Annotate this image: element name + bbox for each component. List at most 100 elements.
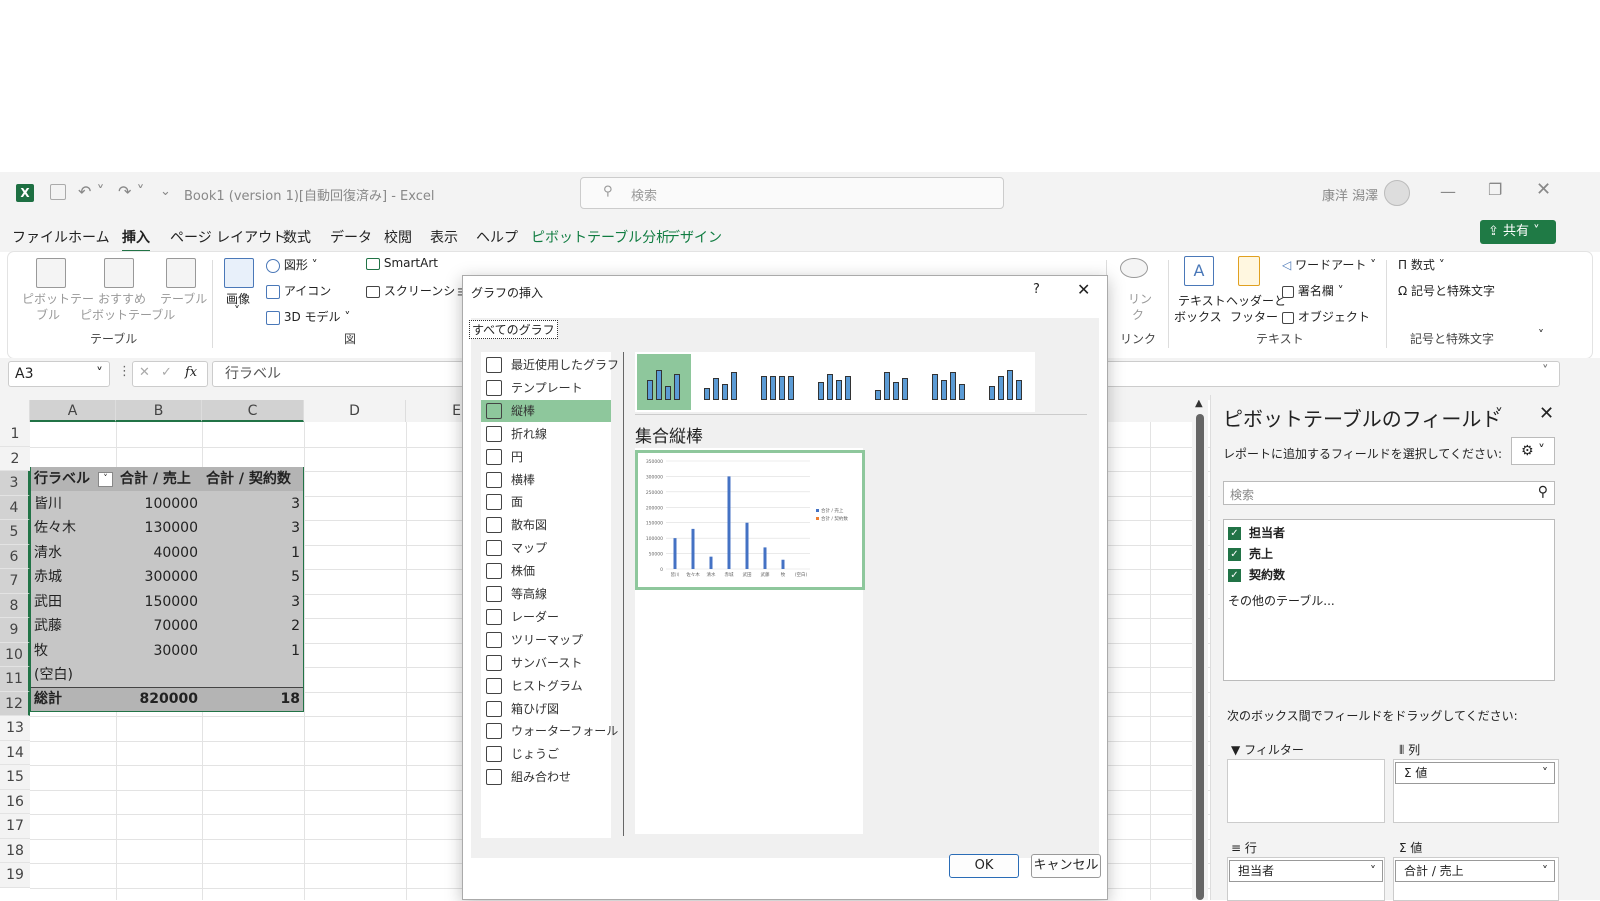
pivot-table-label-2[interactable]: ブル — [36, 306, 60, 323]
row-header[interactable]: 12 — [0, 691, 30, 716]
pivot-header-sales[interactable]: 合計 / 売上 — [116, 467, 195, 492]
quick-access-customize-icon[interactable]: ⌄ — [160, 184, 171, 199]
tab-data[interactable]: データ — [330, 227, 372, 247]
cancel-icon[interactable]: ✕ — [139, 365, 150, 380]
textbox-label-1[interactable]: テキスト — [1178, 292, 1226, 309]
header-footer-label-1[interactable]: ヘッダーと — [1226, 292, 1286, 309]
undo-icon[interactable]: ↶ ˅ — [78, 182, 105, 201]
chart-type-item[interactable]: テンプレート — [481, 377, 611, 399]
textbox-label-2[interactable]: ボックス — [1174, 308, 1222, 325]
pivot-row-contracts[interactable]: 5 — [202, 565, 304, 590]
pivot-row-sales[interactable]: 70000 — [116, 614, 202, 639]
pivot-row-sales[interactable]: 30000 — [116, 639, 202, 664]
signature-button[interactable]: 署名欄 ˅ — [1282, 282, 1344, 299]
tab-help[interactable]: ヘルプ — [476, 227, 518, 247]
pivot-row-sales[interactable] — [116, 663, 202, 688]
icons-button[interactable]: アイコン — [266, 282, 331, 299]
tab-view[interactable]: 表示 — [430, 227, 458, 247]
row-header[interactable]: 6 — [0, 544, 30, 569]
chart-type-item[interactable]: じょうご — [481, 743, 611, 765]
column-header-d[interactable]: D — [304, 400, 406, 422]
rows-field-pill[interactable]: 担当者 ˅ — [1229, 860, 1383, 882]
link-label-2[interactable]: ク — [1132, 306, 1144, 323]
textbox-icon[interactable]: A — [1184, 256, 1214, 286]
pivot-total-contracts[interactable]: 18 — [202, 687, 304, 712]
row-header[interactable]: 3 — [0, 471, 30, 496]
pivot-total-label[interactable]: 総計 — [30, 687, 66, 712]
checkbox-checked-icon[interactable]: ✓ — [1228, 527, 1241, 540]
chart-subtype-icon[interactable] — [694, 354, 748, 410]
chart-type-item[interactable]: ツリーマップ — [481, 629, 611, 651]
avatar[interactable] — [1384, 180, 1410, 206]
row-header[interactable]: 5 — [0, 520, 30, 545]
minimize-icon[interactable]: — — [1440, 182, 1456, 201]
chart-type-item[interactable]: 横棒 — [481, 469, 611, 491]
image-icon[interactable] — [224, 258, 254, 288]
chart-type-item[interactable]: サンバースト — [481, 652, 611, 674]
chart-preview[interactable]: 350000 300000 250000 200000 150000 100000 5000… — [635, 450, 865, 590]
pivot-row-sales[interactable]: 300000 — [116, 565, 202, 590]
equation-button[interactable]: Π 数式 ˅ — [1398, 256, 1445, 273]
tab-home[interactable]: ホーム — [68, 227, 110, 247]
header-footer-icon[interactable] — [1238, 256, 1260, 286]
pivot-row-contracts[interactable]: 3 — [202, 590, 304, 615]
image-chevron-icon[interactable]: ˅ — [234, 304, 240, 318]
pivot-row-label[interactable]: 清水 — [30, 541, 116, 566]
table-icon[interactable] — [166, 258, 196, 288]
header-footer-label-2[interactable]: フッター — [1230, 308, 1278, 325]
name-box[interactable]: A3 ˅ — [8, 361, 110, 387]
tab-design[interactable]: デザイン — [666, 227, 722, 247]
column-header-c[interactable]: C — [202, 400, 304, 422]
pivot-header-contracts[interactable]: 合計 / 契約数 — [202, 467, 295, 492]
more-tables-link[interactable]: その他のテーブル... — [1228, 592, 1335, 609]
pivot-row-label[interactable]: 赤城 — [30, 565, 116, 590]
pivot-row-sales[interactable]: 40000 — [116, 541, 202, 566]
row-header[interactable]: 16 — [0, 789, 30, 814]
restore-icon[interactable]: ❐ — [1488, 180, 1502, 199]
vertical-scrollbar[interactable]: ▲ — [1192, 400, 1208, 900]
row-header[interactable]: 8 — [0, 593, 30, 618]
row-header[interactable]: 7 — [0, 569, 30, 594]
row-header[interactable]: 2 — [0, 446, 30, 471]
search-box[interactable]: ⚲ 検索 — [580, 177, 1004, 209]
scroll-thumb[interactable] — [1196, 414, 1204, 900]
pivot-row-sales[interactable]: 150000 — [116, 590, 202, 615]
redo-icon[interactable]: ↷ ˅ — [118, 182, 145, 201]
row-header[interactable]: 19 — [0, 863, 30, 888]
chart-type-item[interactable]: 円 — [481, 446, 611, 468]
pivot-row-contracts[interactable]: 1 — [202, 639, 304, 664]
help-icon[interactable]: ? — [1033, 282, 1040, 297]
scroll-up-icon[interactable]: ▲ — [1195, 400, 1203, 409]
pane-close-icon[interactable]: ✕ — [1539, 403, 1554, 424]
row-header[interactable]: 10 — [0, 642, 30, 667]
select-all-corner[interactable] — [0, 400, 30, 422]
ok-button[interactable]: OK — [949, 854, 1019, 878]
values-field-pill[interactable]: 合計 / 売上 ˅ — [1395, 860, 1555, 882]
field-item[interactable]: ✓ 売上 — [1228, 545, 1273, 562]
column-header-a[interactable]: A — [30, 400, 116, 422]
pivot-row-label[interactable]: 武藤 — [30, 614, 116, 639]
chart-subtype-icon[interactable] — [808, 354, 862, 410]
tab-file[interactable]: ファイル — [12, 227, 68, 247]
tab-all-charts[interactable]: すべてのグラフ — [469, 320, 558, 339]
pivot-row-contracts[interactable] — [202, 663, 304, 688]
recommended-pivot-label-2[interactable]: ピボットテーブル — [80, 306, 175, 323]
pivot-row-label[interactable]: 佐々木 — [30, 516, 116, 541]
chart-type-item[interactable]: 面 — [481, 491, 611, 513]
pivot-row-contracts[interactable]: 1 — [202, 541, 304, 566]
pivot-row-contracts[interactable]: 3 — [202, 492, 304, 517]
model3d-button[interactable]: 3D モデル ˅ — [266, 308, 350, 325]
checkbox-checked-icon[interactable]: ✓ — [1228, 548, 1241, 561]
column-header-b[interactable]: B — [116, 400, 202, 422]
recommended-pivot-icon[interactable] — [104, 258, 134, 288]
field-search-input[interactable]: 検索 ⚲ — [1223, 481, 1555, 505]
smartart-button[interactable]: SmartArt — [366, 256, 438, 270]
shapes-button[interactable]: 図形 ˅ — [266, 256, 318, 273]
chart-type-item[interactable]: レーダー — [481, 606, 611, 628]
field-item[interactable]: ✓ 担当者 — [1228, 524, 1285, 541]
tab-insert[interactable]: 挿入 — [122, 227, 150, 253]
cancel-button[interactable]: キャンセル — [1031, 854, 1101, 878]
close-window-icon[interactable]: ✕ — [1536, 179, 1551, 200]
check-icon[interactable]: ✓ — [161, 365, 172, 380]
chart-subtype-icon[interactable] — [865, 354, 919, 410]
